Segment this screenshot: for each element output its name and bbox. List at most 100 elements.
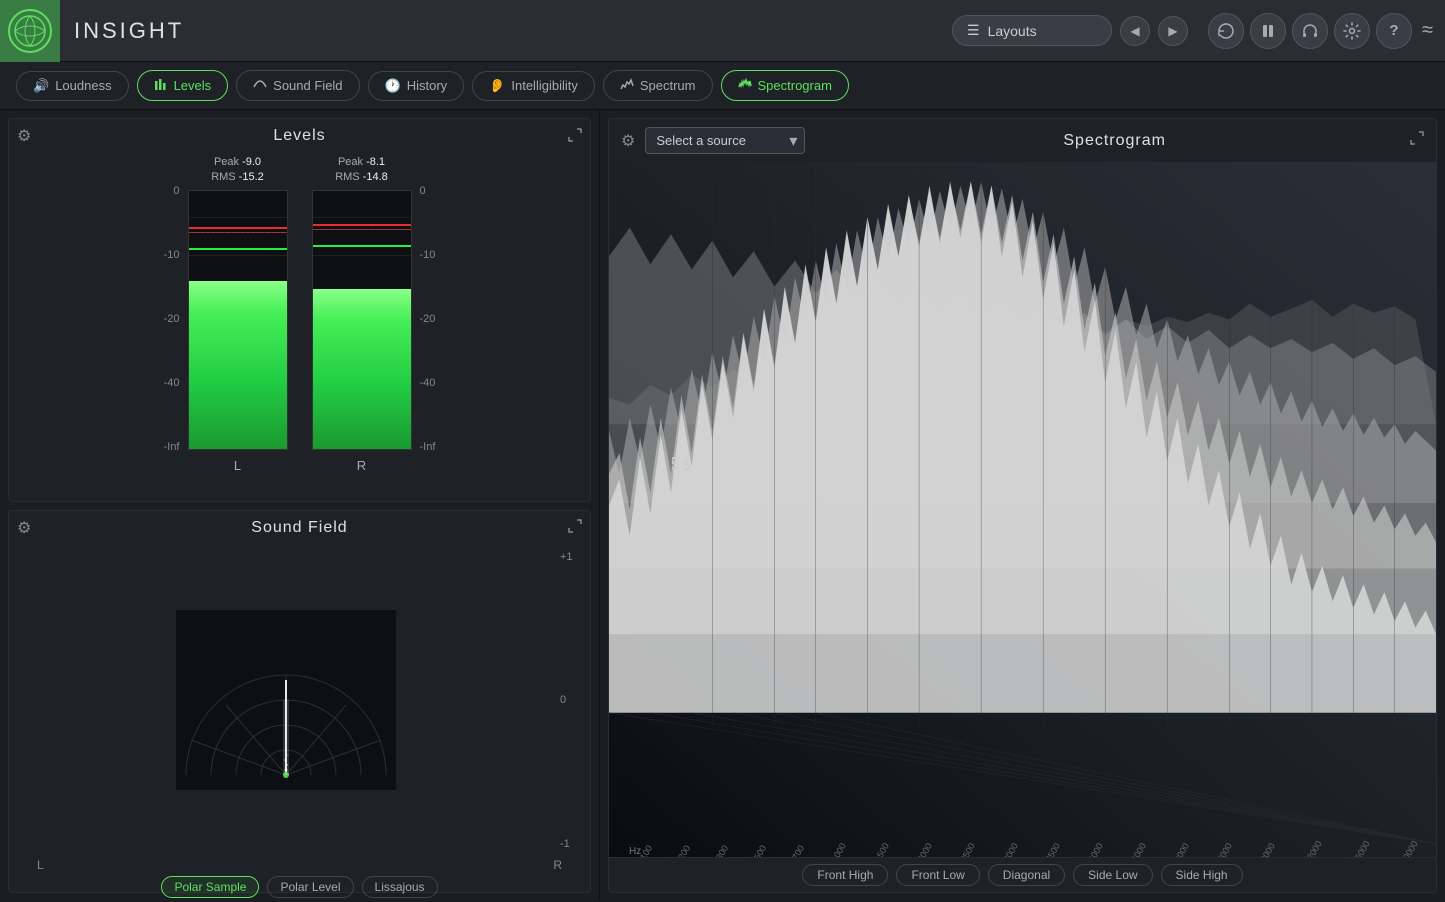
diagonal-button[interactable]: Diagonal [988, 864, 1065, 886]
spectrogram-svg: 5 s [609, 162, 1436, 857]
meter-right: Peak -8.1 RMS -14.8 R [312, 155, 412, 473]
channel-label-r: R [357, 458, 366, 473]
meter-peak-line-right [313, 224, 411, 226]
polar-chart [176, 610, 396, 790]
left-panel: ⚙ Levels 0 -10 -20 -40 -Inf [0, 110, 600, 901]
tab-history-label: History [407, 78, 447, 93]
tab-spectrum[interactable]: Spectrum [603, 70, 713, 101]
freq-1500: 1500 [872, 841, 891, 857]
spectrogram-body: 5 s [609, 162, 1436, 857]
header: INSIGHT ☰ Layouts ◀ ▶ [0, 0, 1445, 62]
spectrogram-icon [738, 77, 752, 94]
question-icon: ? [1389, 22, 1398, 39]
source-select[interactable]: Select a source [645, 127, 805, 154]
polar-sample-button[interactable]: Polar Sample [161, 876, 259, 898]
meter-bar-left [188, 190, 288, 450]
freq-7000: 7000 [1215, 841, 1234, 857]
tab-loudness[interactable]: 🔊 Loudness [16, 71, 129, 101]
app-title: INSIGHT [74, 18, 184, 44]
tab-levels[interactable]: Levels [137, 70, 229, 101]
spectrogram-expand-icon[interactable] [1410, 131, 1424, 150]
help-button[interactable]: ? [1376, 13, 1412, 49]
source-select-wrapper: Select a source [645, 127, 805, 154]
scale-10: -10 [164, 249, 180, 261]
refresh-button[interactable] [1208, 13, 1244, 49]
loudness-icon: 🔊 [33, 78, 49, 94]
levels-expand-icon[interactable] [568, 128, 582, 145]
polar-scale: +1 0 -1 [554, 543, 582, 859]
headphones-button[interactable] [1292, 13, 1328, 49]
scale-minus1: -1 [560, 838, 576, 850]
tab-intelligibility[interactable]: 👂 Intelligibility [472, 71, 595, 101]
freq-3000: 3000 [1001, 841, 1020, 857]
main-content: ⚙ Levels 0 -10 -20 -40 -Inf [0, 110, 1445, 901]
levels-content: 0 -10 -20 -40 -Inf Peak -9.0 RMS -15.2 [17, 151, 582, 477]
lissajous-button[interactable]: Lissajous [362, 876, 438, 898]
history-icon: 🕐 [385, 78, 401, 94]
scale-0: 0 [173, 185, 179, 197]
meter-left-info: Peak -9.0 RMS -15.2 [211, 155, 264, 186]
meter-right-info: Peak -8.1 RMS -14.8 [335, 155, 388, 186]
spectrum-icon [620, 77, 634, 94]
meter-peak-line-left [189, 227, 287, 229]
tab-bar: 🔊 Loudness Levels Sound Field 🕐 History … [0, 62, 1445, 110]
pause-button[interactable] [1250, 13, 1286, 49]
layouts-button[interactable]: ☰ Layouts [952, 15, 1112, 46]
menu-icon: ☰ [967, 22, 980, 39]
freq-4000: 4000 [1087, 841, 1106, 857]
peak-label-r: Peak [338, 156, 363, 168]
tab-spectrogram[interactable]: Spectrogram [721, 70, 849, 101]
front-high-button[interactable]: Front High [802, 864, 888, 886]
soundfield-header: ⚙ Sound Field [17, 519, 582, 537]
polar-display [17, 543, 554, 859]
freq-axis: Hz 100 200 300 500 700 1000 1500 2000 25… [629, 817, 1426, 857]
soundfield-gear-icon[interactable]: ⚙ [17, 518, 31, 538]
spectrogram-gear-icon[interactable]: ⚙ [621, 131, 635, 151]
spectrogram-section: ⚙ Select a source Spectrogram [608, 118, 1437, 893]
peak-val-l: -9.0 [242, 156, 261, 168]
tab-levels-label: Levels [174, 78, 212, 93]
front-low-button[interactable]: Front Low [896, 864, 979, 886]
lr-labels: L R [17, 858, 582, 872]
tab-history[interactable]: 🕐 History [368, 71, 465, 101]
meter-peak-line2-right [313, 229, 411, 230]
spectrogram-view-buttons: Front High Front Low Diagonal Side Low S… [609, 857, 1436, 892]
spectrogram-header: ⚙ Select a source Spectrogram [609, 119, 1436, 162]
scale-40: -40 [164, 377, 180, 389]
settings-button[interactable] [1334, 13, 1370, 49]
tab-loudness-label: Loudness [55, 78, 111, 93]
meter-fill-left [189, 281, 287, 449]
freq-500: 500 [752, 843, 768, 857]
tab-spectrum-label: Spectrum [640, 78, 696, 93]
peak-val-r: -8.1 [366, 156, 385, 168]
scale-inf: -Inf [164, 441, 180, 453]
soundfield-expand-icon[interactable] [568, 519, 582, 536]
levels-icon [154, 77, 168, 94]
soundfield-section: ⚙ Sound Field [8, 510, 591, 894]
spectrogram-title: Spectrogram [805, 132, 1424, 150]
nav-next-button[interactable]: ▶ [1158, 16, 1188, 46]
header-center: ☰ Layouts ◀ ▶ [952, 15, 1188, 46]
levels-scale-right: 0 -10 -20 -40 -Inf [412, 155, 436, 473]
polar-level-button[interactable]: Polar Level [267, 876, 353, 898]
side-high-button[interactable]: Side High [1161, 864, 1243, 886]
side-low-button[interactable]: Side Low [1073, 864, 1152, 886]
freq-6000: 6000 [1173, 841, 1192, 857]
levels-gear-icon[interactable]: ⚙ [17, 126, 31, 146]
freq-12000: 12000 [1303, 839, 1324, 857]
freq-9000: 9000 [1258, 841, 1277, 857]
soundfield-icon [253, 77, 267, 94]
rms-val-l: -15.2 [239, 171, 264, 183]
freq-5000: 5000 [1130, 841, 1149, 857]
freq-2500: 2500 [958, 841, 977, 857]
intelligibility-icon: 👂 [489, 78, 505, 94]
right-label: R [553, 858, 562, 872]
meter-rms-line-left [189, 248, 287, 250]
meter-rms-line-right [313, 245, 411, 247]
left-label: L [37, 858, 44, 872]
right-panel: ⚙ Select a source Spectrogram [600, 110, 1445, 901]
nav-prev-button[interactable]: ◀ [1120, 16, 1150, 46]
freq-15000: 15000 [1351, 839, 1372, 857]
freq-2000: 2000 [915, 841, 934, 857]
tab-soundfield[interactable]: Sound Field [236, 70, 359, 101]
